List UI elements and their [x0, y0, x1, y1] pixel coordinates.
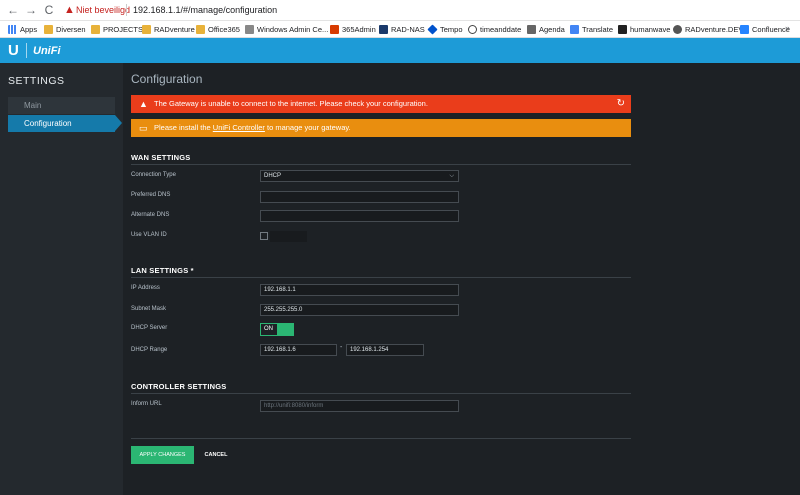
folder-icon: [91, 25, 100, 34]
bookmark-apps[interactable]: Apps: [8, 23, 37, 36]
nas-icon: [379, 25, 388, 34]
ip-address-field[interactable]: 192.168.1.1: [260, 284, 459, 296]
dhcp-range-label: DHCP Range: [131, 347, 168, 353]
unifi-logo[interactable]: UniFi: [33, 44, 61, 58]
cancel-button[interactable]: CANCEL: [202, 446, 230, 464]
bookmark-link[interactable]: Agenda: [527, 23, 565, 36]
chevron-down-icon: ⌵: [449, 173, 454, 179]
bookmark-link[interactable]: RADventure.DEV: [673, 23, 743, 36]
preferred-dns-field[interactable]: [260, 191, 459, 203]
toggle-knob: [277, 324, 293, 335]
logo-divider: [26, 43, 27, 58]
subnet-mask-label: Subnet Mask: [131, 306, 167, 312]
bookmark-folder[interactable]: PROJECTS: [91, 23, 143, 36]
apply-changes-button[interactable]: APPLY CHANGES: [131, 446, 194, 464]
page-title: Configuration: [131, 72, 203, 86]
address-bar[interactable]: 192.168.1.1/#/manage/configuration: [133, 3, 277, 17]
toggle-state: ON: [264, 326, 273, 332]
clock-icon: [468, 25, 477, 34]
controller-settings-heading: CONTROLLER SETTINGS: [131, 382, 227, 391]
folder-icon: [142, 25, 151, 34]
controller-alert: ▭ Please install the UniFi Controller to…: [131, 119, 631, 137]
sidebar-item-configuration[interactable]: Configuration: [8, 115, 115, 132]
bookmark-folder[interactable]: Office365: [196, 23, 240, 36]
monitor-icon: ▭: [139, 123, 148, 133]
calendar-icon: [527, 25, 536, 34]
bookmark-link[interactable]: Translate: [570, 23, 613, 36]
confluence-icon: [740, 25, 749, 34]
dhcp-range-start-field[interactable]: 192.168.1.6: [260, 344, 337, 356]
humanwave-icon: [618, 25, 627, 34]
connection-type-select[interactable]: DHCP ⌵: [260, 170, 459, 182]
subnet-mask-field[interactable]: 255.255.255.0: [260, 304, 459, 316]
browser-toolbar: ← → C ▲ Niet beveiligd 192.168.1.1/#/man…: [0, 0, 800, 21]
back-icon[interactable]: ←: [6, 3, 20, 17]
dhcp-server-label: DHCP Server: [131, 325, 168, 331]
warning-icon[interactable]: ▲: [64, 3, 75, 17]
lan-settings-heading: LAN SETTINGS *: [131, 266, 194, 275]
forward-icon[interactable]: →: [24, 3, 38, 17]
gateway-alert-text: The Gateway is unable to connect to the …: [154, 99, 428, 108]
active-indicator: [115, 115, 122, 131]
bookmark-link[interactable]: RAD-NAS: [379, 23, 425, 36]
alternate-dns-field[interactable]: [260, 210, 459, 222]
vlan-id-field: [270, 231, 307, 242]
alternate-dns-label: Alternate DNS: [131, 212, 170, 218]
unifi-controller-link[interactable]: UniFi Controller: [213, 123, 265, 132]
refresh-icon[interactable]: ↻: [617, 95, 625, 113]
sidebar: SETTINGS Main Configuration: [0, 63, 123, 495]
bookmark-folder[interactable]: Diversen: [44, 23, 86, 36]
connection-type-value: DHCP: [264, 173, 282, 179]
bookmark-link[interactable]: timeanddate: [468, 23, 521, 36]
ip-address-label: IP Address: [131, 285, 160, 291]
apps-grid-icon: [8, 25, 17, 34]
security-label[interactable]: Niet beveiligd: [76, 3, 130, 17]
use-vlan-label: Use VLAN ID: [131, 232, 167, 238]
reload-icon[interactable]: C: [42, 3, 56, 17]
url-divider: [126, 4, 127, 16]
section-divider: [131, 393, 631, 394]
tempo-icon: [427, 24, 438, 35]
ubiquiti-logo[interactable]: U: [8, 41, 19, 60]
connection-type-label: Connection Type: [131, 172, 176, 178]
section-divider: [131, 438, 631, 439]
inform-url-field[interactable]: http://unifi:8080/inform: [260, 400, 459, 412]
warning-icon: ▲: [139, 99, 148, 109]
bookmark-link[interactable]: Tempo: [427, 23, 463, 36]
bookmarks-overflow-icon[interactable]: »: [785, 23, 790, 33]
main-content: Configuration ▲ The Gateway is unable to…: [123, 63, 800, 495]
section-divider: [131, 277, 631, 278]
bookmarks-bar: Apps Diversen PROJECTS RADventure Office…: [0, 21, 800, 38]
globe-icon: [673, 25, 682, 34]
use-vlan-checkbox[interactable]: [260, 232, 268, 240]
app-header: U UniFi: [0, 38, 800, 63]
bookmark-link[interactable]: humanwave: [618, 23, 670, 36]
range-separator: -: [340, 344, 343, 351]
controller-alert-prefix: Please install the: [154, 123, 213, 132]
preferred-dns-label: Preferred DNS: [131, 192, 171, 198]
translate-icon: [570, 25, 579, 34]
gateway-alert: ▲ The Gateway is unable to connect to th…: [131, 95, 631, 113]
sidebar-title: SETTINGS: [8, 75, 65, 87]
bookmark-folder[interactable]: RADventure: [142, 23, 195, 36]
section-divider: [131, 164, 631, 165]
bookmark-link[interactable]: 365Admin: [330, 23, 376, 36]
sidebar-item-main[interactable]: Main: [8, 97, 115, 114]
dhcp-range-end-field[interactable]: 192.168.1.254: [346, 344, 424, 356]
dhcp-server-toggle[interactable]: ON: [260, 323, 294, 336]
office-icon: [330, 25, 339, 34]
bookmark-link[interactable]: Confluence: [740, 23, 790, 36]
folder-icon: [44, 25, 53, 34]
folder-icon: [196, 25, 205, 34]
bookmark-link[interactable]: Windows Admin Ce...: [245, 23, 328, 36]
controller-alert-suffix: to manage your gateway.: [264, 123, 351, 132]
page-icon: [245, 25, 254, 34]
inform-url-label: Inform URL: [131, 401, 162, 407]
wan-settings-heading: WAN SETTINGS: [131, 153, 191, 162]
